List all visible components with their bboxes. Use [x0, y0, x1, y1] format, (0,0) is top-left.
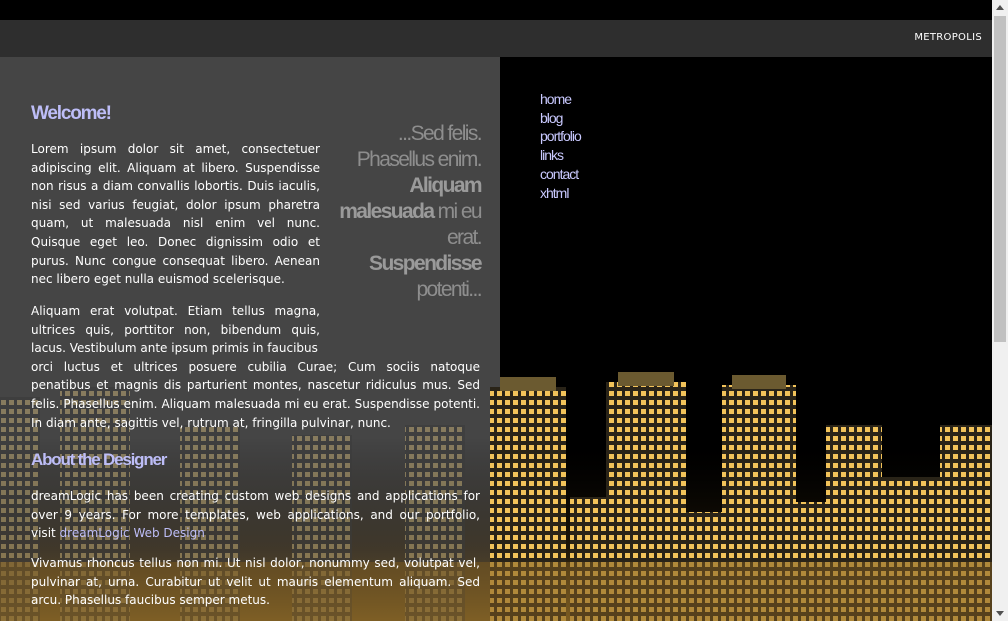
pull-quote-line: mi eu: [433, 200, 483, 223]
pull-quote-bold: Suspendisse: [369, 252, 483, 275]
main-content: Welcome! ...Sed felis. Phasellus enim. A…: [0, 57, 500, 621]
welcome-paragraph-1: Lorem ipsum dolor sit amet, consectetuer…: [31, 142, 320, 287]
pull-quote-line: Phasellus enim.: [356, 148, 483, 171]
scroll-down-arrow-icon[interactable]: [996, 611, 1004, 616]
welcome-paragraph-2-rest: orci luctus et ultrices posuere cubilia …: [31, 359, 480, 430]
top-black-strip: [0, 0, 992, 20]
scrollbar-thumb[interactable]: [994, 16, 1006, 342]
pull-quote-bold: malesuada: [339, 200, 435, 223]
main-nav: home blog portfolio links contact xhtml: [540, 90, 582, 203]
nav-links[interactable]: links: [540, 146, 581, 165]
vertical-scrollbar[interactable]: [992, 0, 1008, 621]
pull-quote-bold: Aliquam: [409, 174, 482, 197]
welcome-heading: Welcome!: [31, 103, 112, 124]
nav-contact[interactable]: contact: [540, 165, 581, 184]
pull-quote-line: potenti...: [416, 278, 482, 301]
dreamlogic-link[interactable]: dreamLogic Web Design: [60, 526, 205, 540]
pull-quote-line: ...Sed felis.: [397, 122, 483, 145]
about-heading: About the Designer: [31, 450, 167, 469]
pull-quote: ...Sed felis. Phasellus enim. Aliquam ma…: [325, 121, 483, 303]
nav-home[interactable]: home: [540, 90, 581, 109]
about-paragraph-2: Vivamus rhoncus tellus non mi. Ut nisl d…: [31, 556, 480, 608]
about-paragraph-1: dreamLogic has been creating custom web …: [31, 487, 480, 543]
nav-xhtml[interactable]: xhtml: [540, 184, 581, 203]
site-brand[interactable]: METROPOLIS: [914, 32, 982, 43]
welcome-paragraph-2: Aliquam erat volutpat. Etiam tellus magn…: [31, 302, 480, 432]
nav-portfolio[interactable]: portfolio: [540, 127, 582, 146]
welcome-paragraph-2-start: Aliquam erat volutpat. Etiam tellus magn…: [31, 304, 320, 356]
pull-quote-line: erat.: [446, 226, 483, 249]
site-header: METROPOLIS: [0, 20, 992, 57]
scroll-up-arrow-icon[interactable]: [996, 5, 1004, 10]
nav-blog[interactable]: blog: [540, 109, 581, 128]
page-body: Welcome! ...Sed felis. Phasellus enim. A…: [0, 57, 992, 621]
